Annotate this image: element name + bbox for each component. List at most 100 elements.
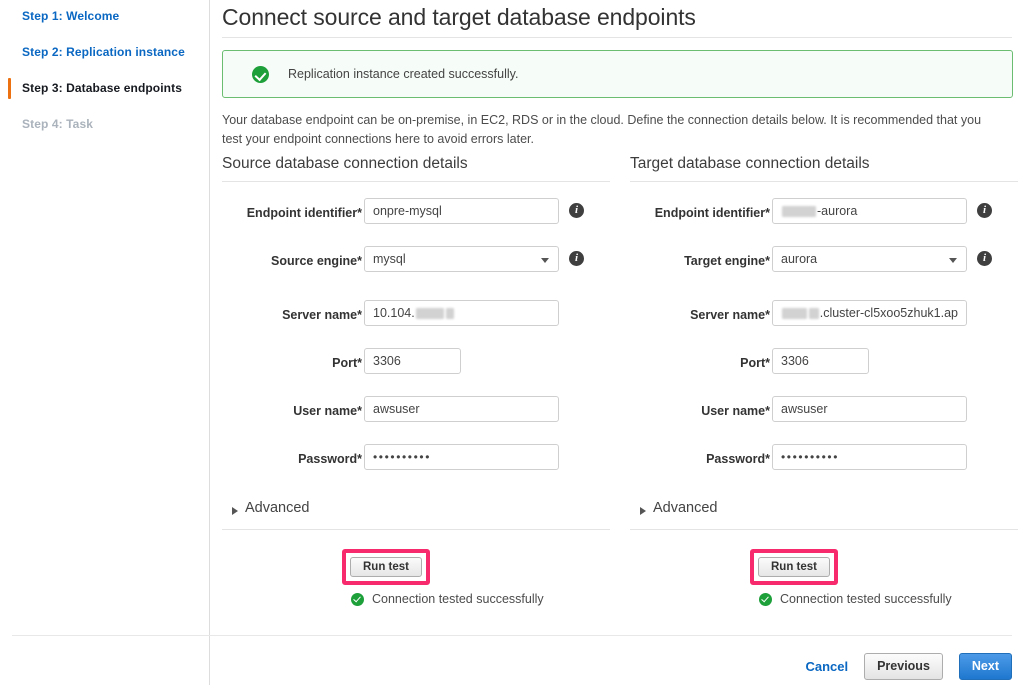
active-step-indicator (8, 78, 11, 99)
field-label: Server name* (690, 308, 770, 322)
field-target-engine: Target engine* aurora i (630, 246, 1018, 294)
input-value: 3306 (373, 354, 401, 368)
input-value: -aurora (817, 204, 858, 218)
field-label: Port* (332, 356, 362, 370)
field-source-server-name: Server name* 10.104. (222, 300, 610, 348)
redaction-block (782, 205, 816, 217)
info-icon[interactable]: i (977, 251, 992, 266)
info-icon[interactable]: i (569, 203, 584, 218)
redaction-block (782, 307, 807, 319)
sidebar-item-step-4: Step 4: Task (0, 117, 209, 131)
redaction-block (415, 307, 444, 319)
source-run-test-area: Run test Connection tested successfully (222, 530, 610, 608)
sidebar-item-step-2[interactable]: Step 2: Replication instance (0, 45, 209, 59)
title-divider (222, 37, 1012, 38)
source-advanced-toggle[interactable]: Advanced (222, 500, 610, 524)
cancel-link[interactable]: Cancel (805, 659, 848, 674)
sidebar-item-label: Step 3: Database endpoints (22, 81, 182, 95)
select-value: mysql (373, 252, 406, 266)
sidebar-item-label: Step 1: Welcome (22, 9, 120, 23)
field-target-user-name: User name* awsuser (630, 396, 1018, 444)
test-result-label: Connection tested successfully (780, 592, 952, 606)
source-section-heading: Source database connection details (222, 155, 468, 172)
target-port-input[interactable]: 3306 (772, 348, 869, 374)
target-user-name-input[interactable]: awsuser (772, 396, 967, 422)
field-label: Source engine* (271, 254, 362, 268)
dms-wizard-page: Step 1: Welcome Step 2: Replication inst… (0, 0, 1024, 685)
footer-divider (12, 635, 1012, 636)
chevron-down-icon (949, 258, 957, 263)
field-label: Server name* (282, 308, 362, 322)
sidebar-item-label: Step 4: Task (22, 117, 94, 131)
sidebar-item-step-1[interactable]: Step 1: Welcome (0, 9, 209, 23)
field-source-password: Password* •••••••••• (222, 444, 610, 492)
source-server-name-input[interactable]: 10.104. (364, 300, 559, 326)
input-value: •••••••••• (373, 450, 432, 464)
field-label: Endpoint identifier* (246, 206, 362, 220)
target-test-result: Connection tested successfully (759, 592, 952, 606)
source-user-name-input[interactable]: awsuser (364, 396, 559, 422)
field-target-server-name: Server name* .cluster-cl5xoo5zhuk1.ap (630, 300, 1018, 348)
input-value: onpre-mysql (373, 204, 442, 218)
source-run-test-button[interactable]: Run test (350, 557, 422, 577)
source-column: Source database connection details Endpo… (222, 155, 610, 608)
target-section-heading: Target database connection details (630, 155, 870, 172)
target-run-test-area: Run test Connection tested successfully (630, 530, 1018, 608)
target-column: Target database connection details Endpo… (630, 155, 1018, 608)
wizard-footer: Cancel Previous Next (805, 653, 1012, 680)
advanced-label: Advanced (653, 500, 718, 516)
success-check-icon (351, 592, 364, 606)
main-content: Connect source and target database endpo… (210, 0, 1024, 685)
info-icon[interactable]: i (569, 251, 584, 266)
input-value: •••••••••• (781, 450, 840, 464)
redaction-block (808, 307, 819, 319)
source-endpoint-identifier-input[interactable]: onpre-mysql (364, 198, 559, 224)
select-value: aurora (781, 252, 818, 266)
success-flash-banner: Replication instance created successfull… (222, 50, 1013, 98)
source-port-input[interactable]: 3306 (364, 348, 461, 374)
advanced-label: Advanced (245, 500, 310, 516)
field-label: User name* (293, 404, 362, 418)
field-label: Port* (740, 356, 770, 370)
field-source-port: Port* 3306 (222, 348, 610, 396)
target-password-input[interactable]: •••••••••• (772, 444, 967, 470)
input-value: .cluster-cl5xoo5zhuk1.ap (819, 306, 958, 320)
input-value: awsuser (781, 402, 828, 416)
target-run-test-button[interactable]: Run test (758, 557, 830, 577)
success-check-icon (252, 66, 269, 83)
page-title: Connect source and target database endpo… (222, 4, 696, 30)
source-engine-select[interactable]: mysql (364, 246, 559, 272)
previous-button[interactable]: Previous (864, 653, 943, 680)
field-source-engine: Source engine* mysql i (222, 246, 610, 294)
chevron-down-icon (541, 258, 549, 263)
target-endpoint-identifier-input[interactable]: -aurora (772, 198, 967, 224)
flash-message: Replication instance created successfull… (288, 67, 519, 81)
field-label: User name* (701, 404, 770, 418)
target-engine-select[interactable]: aurora (772, 246, 967, 272)
redaction-block (445, 307, 454, 319)
next-button[interactable]: Next (958, 653, 1012, 680)
source-test-result: Connection tested successfully (351, 592, 544, 606)
field-source-user-name: User name* awsuser (222, 396, 610, 444)
field-target-endpoint-identifier: Endpoint identifier* -aurora i (630, 198, 1018, 246)
field-source-endpoint-identifier: Endpoint identifier* onpre-mysql i (222, 198, 610, 246)
chevron-right-icon (232, 507, 238, 515)
input-value: 3306 (781, 354, 809, 368)
target-advanced-toggle[interactable]: Advanced (630, 500, 1018, 524)
field-label: Password* (706, 452, 770, 466)
chevron-right-icon (640, 507, 646, 515)
field-target-port: Port* 3306 (630, 348, 1018, 396)
field-label: Target engine* (684, 254, 770, 268)
field-label: Endpoint identifier* (654, 206, 770, 220)
input-value: awsuser (373, 402, 420, 416)
info-icon[interactable]: i (977, 203, 992, 218)
source-password-input[interactable]: •••••••••• (364, 444, 559, 470)
input-value: 10.104. (373, 306, 415, 320)
sidebar-item-label: Step 2: Replication instance (22, 45, 185, 59)
sidebar-item-step-3[interactable]: Step 3: Database endpoints (0, 78, 209, 99)
wizard-sidebar: Step 1: Welcome Step 2: Replication inst… (0, 0, 210, 685)
success-check-icon (759, 592, 772, 606)
intro-paragraph: Your database endpoint can be on-premise… (222, 113, 982, 146)
target-server-name-input[interactable]: .cluster-cl5xoo5zhuk1.ap (772, 300, 967, 326)
field-target-password: Password* •••••••••• (630, 444, 1018, 492)
